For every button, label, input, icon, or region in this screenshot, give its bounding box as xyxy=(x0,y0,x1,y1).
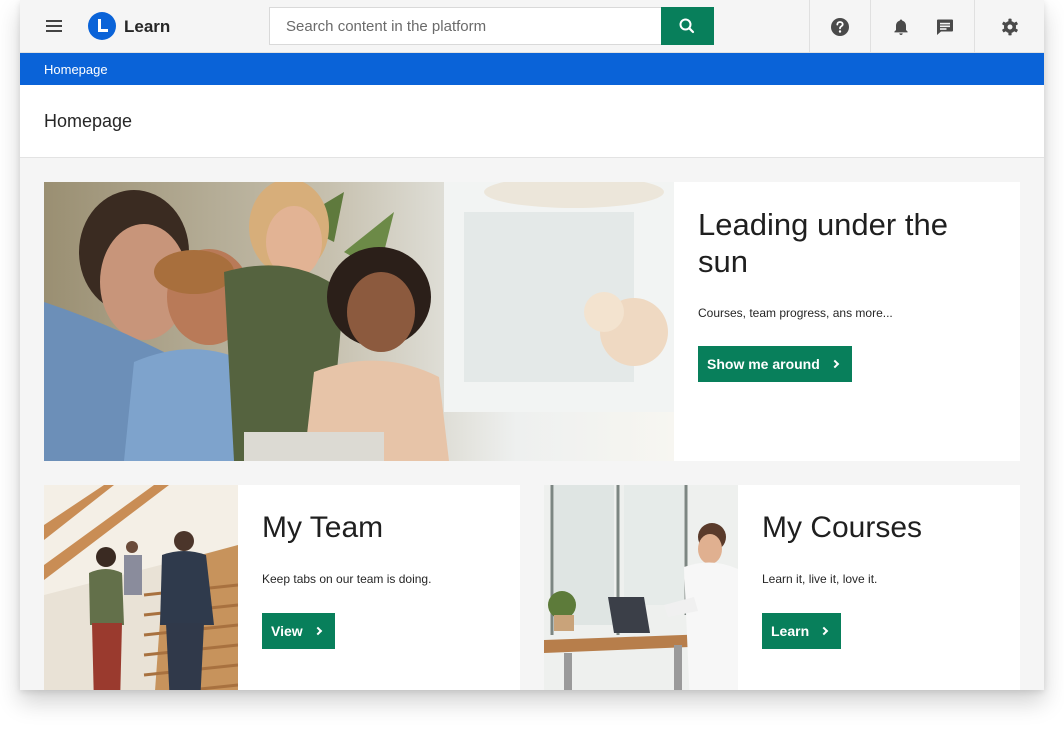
logo-mark xyxy=(98,19,108,32)
search-input[interactable] xyxy=(270,8,662,44)
chevron-right-icon xyxy=(830,359,840,369)
search-button[interactable] xyxy=(661,7,714,45)
search-icon xyxy=(679,18,695,34)
top-bar: Learn xyxy=(20,0,1044,53)
view-button[interactable]: View xyxy=(262,613,335,649)
learn-label: Learn xyxy=(771,623,810,639)
bell-icon[interactable] xyxy=(891,17,911,37)
hero-title: Leading under the sun xyxy=(698,207,948,279)
help-button[interactable] xyxy=(809,0,870,53)
view-label: View xyxy=(271,623,303,639)
notifications-chat-group xyxy=(870,0,974,53)
settings-button[interactable] xyxy=(974,0,1044,53)
page-title: Homepage xyxy=(44,111,133,131)
courses-image xyxy=(544,485,738,690)
gear-icon xyxy=(1001,18,1018,35)
my-team-card: My Team Keep tabs on our team is doing. … xyxy=(44,485,520,690)
team-image xyxy=(44,485,238,690)
app-window: Learn Search content in the platform Hom… xyxy=(20,0,1044,690)
page-header: Homepage xyxy=(20,85,1044,158)
search-bar xyxy=(269,7,714,45)
hero-image xyxy=(44,182,674,461)
my-courses-description: Learn it, live it, love it. xyxy=(762,572,878,586)
breadcrumb-item-homepage[interactable]: Homepage xyxy=(44,62,108,77)
hero-card: Leading under the sun Courses, team prog… xyxy=(44,182,1020,461)
top-actions xyxy=(809,0,1044,53)
learn-button[interactable]: Learn xyxy=(762,613,842,649)
hero-description: Courses, team progress, ans more... xyxy=(698,306,893,320)
my-team-title: My Team xyxy=(262,511,384,544)
show-me-around-label: Show me around xyxy=(707,356,820,372)
show-me-around-button[interactable]: Show me around xyxy=(698,346,852,382)
chat-icon[interactable] xyxy=(935,17,955,37)
chevron-right-icon xyxy=(819,626,829,636)
chevron-right-icon xyxy=(313,626,322,636)
brand-name[interactable]: Learn xyxy=(124,17,170,37)
menu-icon[interactable] xyxy=(44,17,64,35)
breadcrumb: Homepage xyxy=(20,53,1044,85)
my-courses-card: My Courses Learn it, live it, love it. L… xyxy=(544,485,1020,690)
my-team-description: Keep tabs on our team is doing. xyxy=(262,572,432,586)
help-icon xyxy=(831,17,849,36)
my-courses-title: My Courses xyxy=(762,511,923,544)
